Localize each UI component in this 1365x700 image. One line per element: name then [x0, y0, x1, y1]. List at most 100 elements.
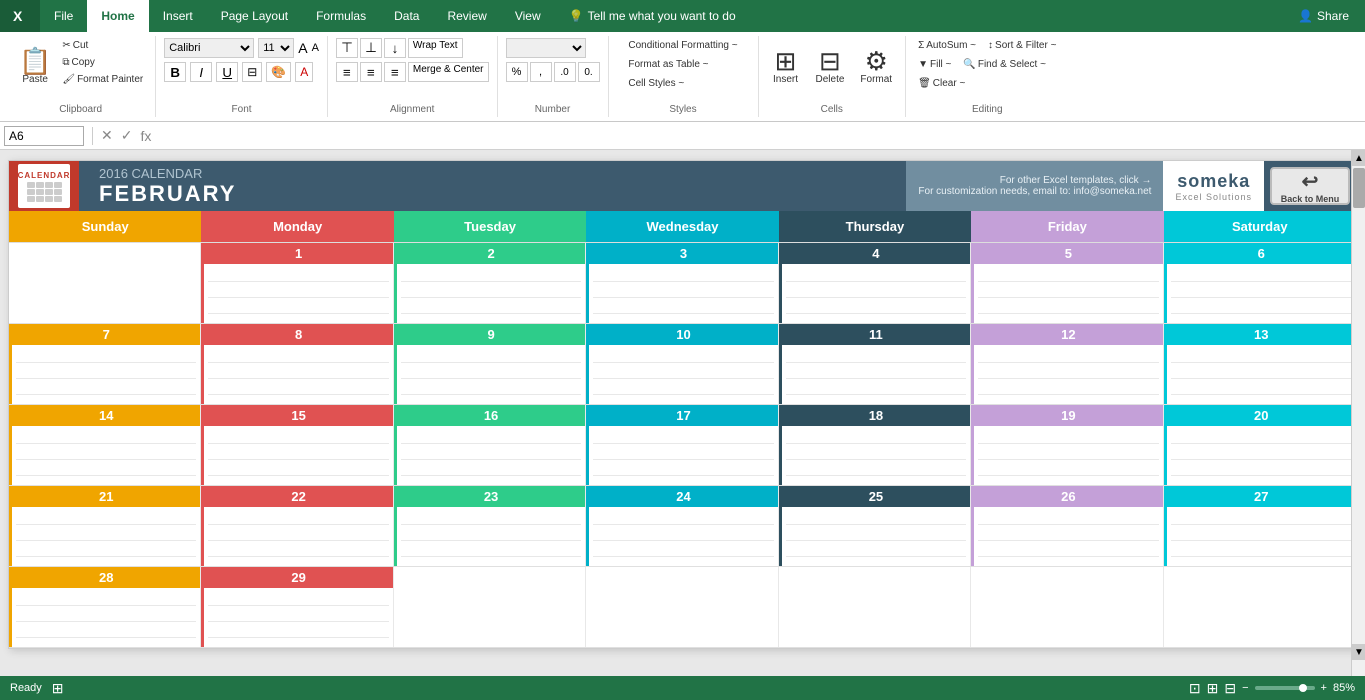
increase-font-btn[interactable]: A [298, 40, 307, 56]
calendar-cell-0-5[interactable]: 5 [971, 243, 1163, 323]
calendar-cell-3-4[interactable]: 25 [779, 486, 971, 566]
tab-insert[interactable]: Insert [149, 0, 207, 32]
calendar-cell-3-5[interactable]: 26 [971, 486, 1163, 566]
decrease-font-btn[interactable]: A [312, 42, 319, 54]
calendar-cell-3-0[interactable]: 21 [9, 486, 201, 566]
tab-home[interactable]: Home [87, 0, 148, 32]
tab-view[interactable]: View [501, 0, 555, 32]
calendar-cell-4-4[interactable] [779, 567, 971, 647]
cell-mode-btn[interactable]: ⊞ [52, 680, 64, 697]
calendar-cell-1-3[interactable]: 10 [586, 324, 778, 404]
calendar-cell-2-2[interactable]: 16 [394, 405, 586, 485]
calendar-cell-3-2[interactable]: 23 [394, 486, 586, 566]
tab-page-layout[interactable]: Page Layout [207, 0, 302, 32]
calendar-cell-0-2[interactable]: 2 [394, 243, 586, 323]
wrap-text-btn[interactable]: Wrap Text [408, 38, 463, 58]
sort-filter-button[interactable]: ↕ Sort & Filter ~ [984, 38, 1060, 53]
insert-button[interactable]: ⊞ Insert [767, 38, 805, 94]
calendar-cell-3-1[interactable]: 22 [201, 486, 393, 566]
calendar-cell-0-6[interactable]: 6 [1164, 243, 1356, 323]
increase-decimal-btn[interactable]: .0 [554, 62, 576, 82]
calendar-cell-2-3[interactable]: 17 [586, 405, 778, 485]
format-button[interactable]: ⚙ Format [855, 38, 897, 94]
calendar-cell-4-6[interactable] [1164, 567, 1356, 647]
normal-view-btn[interactable]: ⊡ [1189, 680, 1201, 697]
tab-file[interactable]: File [40, 0, 87, 32]
number-format-select[interactable] [506, 38, 586, 58]
calendar-cell-1-0[interactable]: 7 [9, 324, 201, 404]
calendar-cell-0-4[interactable]: 4 [779, 243, 971, 323]
tab-data[interactable]: Data [380, 0, 433, 32]
page-layout-view-btn[interactable]: ⊞ [1207, 680, 1219, 697]
calendar-cell-2-0[interactable]: 14 [9, 405, 201, 485]
calendar-cell-4-1[interactable]: 29 [201, 567, 393, 647]
align-center-btn[interactable]: ≡ [360, 62, 382, 82]
scroll-up-btn[interactable]: ▲ [1352, 150, 1365, 166]
calendar-cell-4-0[interactable]: 28 [9, 567, 201, 647]
page-break-view-btn[interactable]: ⊟ [1224, 680, 1236, 697]
font-name-select[interactable]: Calibri [164, 38, 254, 58]
align-right-btn[interactable]: ≡ [384, 62, 406, 82]
format-painter-button[interactable]: 🖌 Format Painter [58, 72, 147, 87]
calendar-cell-2-6[interactable]: 20 [1164, 405, 1356, 485]
calendar-cell-1-2[interactable]: 9 [394, 324, 586, 404]
font-color-btn[interactable]: A [295, 62, 313, 82]
align-bot-btn[interactable]: ↓ [384, 38, 406, 58]
zoom-in-btn[interactable]: + [1321, 682, 1327, 694]
comma-btn[interactable]: , [530, 62, 552, 82]
calendar-cell-0-0[interactable] [9, 243, 201, 323]
calendar-cell-3-6[interactable]: 27 [1164, 486, 1356, 566]
calendar-cell-0-1[interactable]: 1 [201, 243, 393, 323]
calendar-cell-2-4[interactable]: 18 [779, 405, 971, 485]
calendar-cell-1-5[interactable]: 12 [971, 324, 1163, 404]
clear-button[interactable]: 🗑 Clear ~ [914, 76, 969, 91]
tab-formulas[interactable]: Formulas [302, 0, 380, 32]
align-mid-btn[interactable]: ⊥ [360, 38, 382, 58]
copy-button[interactable]: ⧉ Copy [58, 55, 147, 70]
borders-btn[interactable]: ⊟ [242, 62, 262, 82]
scroll-down-btn[interactable]: ▼ [1352, 644, 1365, 660]
cut-button[interactable]: ✂ Cut [58, 38, 147, 53]
autosum-button[interactable]: Σ AutoSum ~ [914, 38, 980, 53]
calendar-cell-3-3[interactable]: 24 [586, 486, 778, 566]
fill-button[interactable]: ▼ Fill ~ [914, 57, 955, 72]
cell-reference-input[interactable] [4, 126, 84, 146]
tab-review[interactable]: Review [433, 0, 500, 32]
percent-btn[interactable]: % [506, 62, 528, 82]
calendar-cell-0-3[interactable]: 3 [586, 243, 778, 323]
zoom-slider[interactable] [1255, 686, 1315, 690]
scroll-thumb[interactable] [1353, 168, 1365, 208]
conditional-formatting-btn[interactable]: Conditional Formatting ~ [624, 38, 741, 53]
calendar-cell-2-5[interactable]: 19 [971, 405, 1163, 485]
confirm-formula-btn[interactable]: ✓ [117, 127, 137, 144]
format-table-btn[interactable]: Format as Table ~ [624, 57, 712, 72]
formula-input[interactable] [155, 126, 1361, 146]
italic-button[interactable]: I [190, 62, 212, 82]
calendar-cell-4-5[interactable] [971, 567, 1163, 647]
calendar-cell-2-1[interactable]: 15 [201, 405, 393, 485]
align-top-btn[interactable]: ⊤ [336, 38, 358, 58]
cell-styles-btn[interactable]: Cell Styles ~ [624, 76, 688, 91]
font-size-select[interactable]: 11 [258, 38, 294, 58]
delete-button[interactable]: ⊟ Delete [811, 38, 850, 94]
underline-button[interactable]: U [216, 62, 238, 82]
tab-tell-me[interactable]: 💡 Tell me what you want to do [555, 0, 750, 32]
cancel-formula-btn[interactable]: ✕ [97, 127, 117, 144]
share-button[interactable]: 👤 Share [1282, 0, 1365, 32]
vertical-scrollbar[interactable]: ▲ ▼ [1351, 150, 1365, 676]
zoom-out-btn[interactable]: − [1242, 682, 1248, 694]
find-select-button[interactable]: 🔍 Find & Select ~ [959, 57, 1050, 72]
decrease-decimal-btn[interactable]: 0. [578, 62, 600, 82]
bold-button[interactable]: B [164, 62, 186, 82]
calendar-cell-1-6[interactable]: 13 [1164, 324, 1356, 404]
fill-color-btn[interactable]: 🎨 [266, 62, 291, 82]
paste-button[interactable]: 📋 Paste [14, 38, 56, 94]
insert-function-btn[interactable]: fx [136, 128, 155, 144]
back-to-menu-button[interactable]: ↩ Back to Menu [1270, 167, 1350, 205]
calendar-cell-1-4[interactable]: 11 [779, 324, 971, 404]
calendar-cell-4-3[interactable] [586, 567, 778, 647]
calendar-cell-4-2[interactable] [394, 567, 586, 647]
align-left-btn[interactable]: ≡ [336, 62, 358, 82]
calendar-cell-1-1[interactable]: 8 [201, 324, 393, 404]
merge-center-btn[interactable]: Merge & Center [408, 62, 489, 82]
